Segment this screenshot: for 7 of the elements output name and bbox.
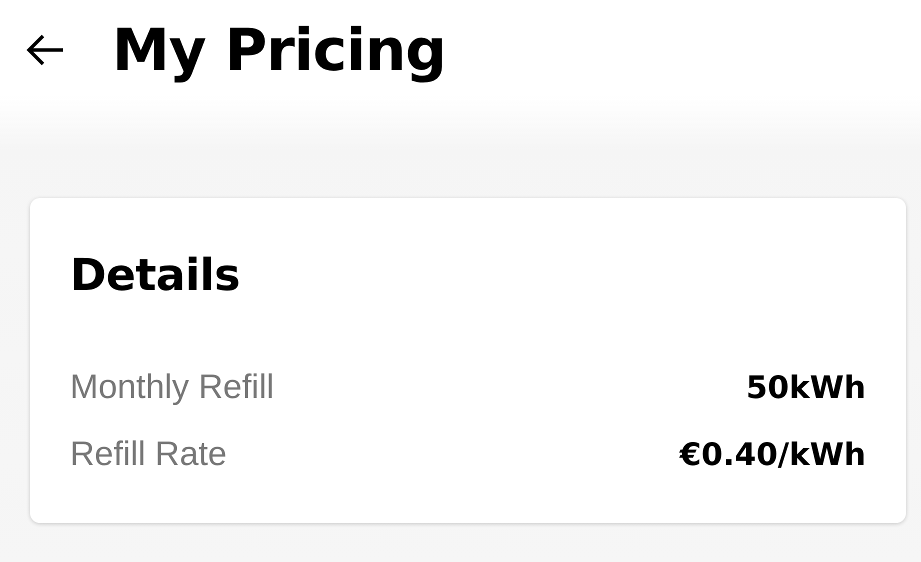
page-title: My Pricing xyxy=(112,16,446,84)
detail-value: €0.40/kWh xyxy=(680,436,866,472)
detail-value: 50kWh xyxy=(746,370,866,406)
detail-label: Monthly Refill xyxy=(70,368,274,407)
back-arrow-icon xyxy=(25,32,65,68)
detail-label: Refill Rate xyxy=(70,435,227,474)
card-title: Details xyxy=(70,250,241,301)
